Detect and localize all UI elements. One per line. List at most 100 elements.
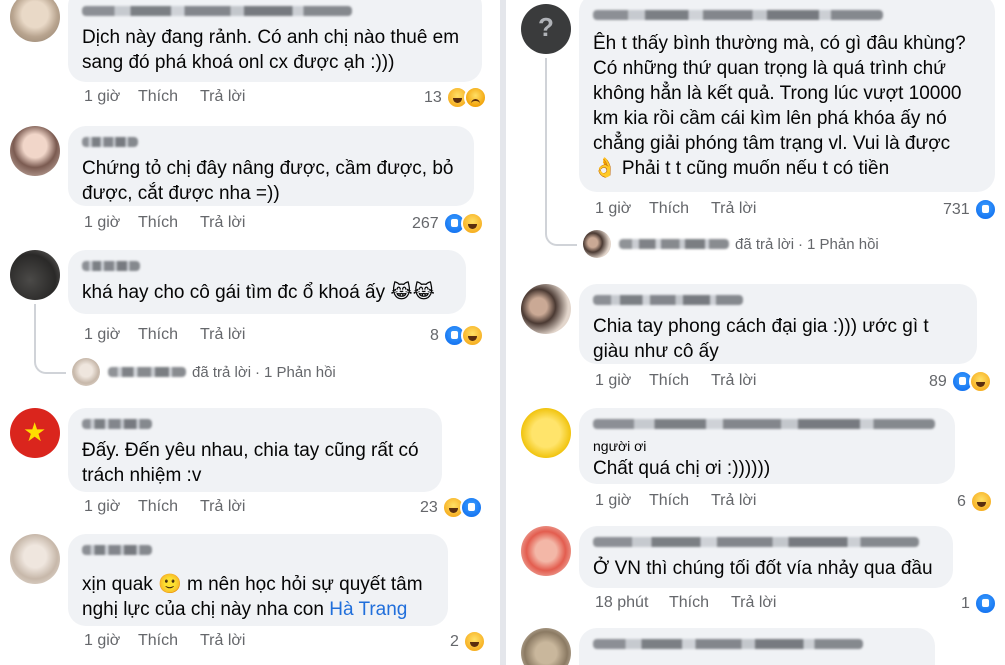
like-button[interactable]: Thích xyxy=(138,632,200,650)
replied-text: đã trả lời xyxy=(735,235,795,253)
comment-text: Chất quá chị ơi :)))))) xyxy=(593,458,771,479)
column-divider xyxy=(500,0,506,665)
haha-reaction-icon xyxy=(460,324,484,347)
comment-time[interactable]: 1 giờ xyxy=(595,492,649,510)
commenter-name-blurred[interactable] xyxy=(593,537,919,547)
reaction-count: 731 xyxy=(943,200,970,218)
commenter-name-blurred[interactable] xyxy=(82,137,138,147)
reaction-summary[interactable]: 8 xyxy=(430,324,484,347)
comment-actions: 1 giờ Thích Trả lời xyxy=(84,214,245,232)
reply-thread-line xyxy=(545,58,577,246)
comment-time[interactable]: 1 giờ xyxy=(84,214,138,232)
reply-button[interactable]: Trả lời xyxy=(711,372,756,390)
question-mark-icon: ? xyxy=(538,12,554,42)
reaction-count: 2 xyxy=(450,632,459,650)
reaction-summary[interactable]: 731 xyxy=(943,198,997,221)
reply-button[interactable]: Trả lời xyxy=(711,492,756,510)
replier-name-blurred[interactable] xyxy=(619,239,729,249)
comment-time[interactable]: 1 giờ xyxy=(84,632,138,650)
reply-button[interactable]: Trả lời xyxy=(731,594,776,612)
tagged-user-link[interactable]: Hà Trang xyxy=(329,599,407,620)
reaction-summary[interactable]: 1 xyxy=(961,592,997,615)
like-button[interactable]: Thích xyxy=(649,492,711,510)
haha-reaction-icon xyxy=(460,212,484,235)
reaction-summary[interactable]: 89 xyxy=(929,370,992,393)
comment-time[interactable]: 1 giờ xyxy=(595,200,649,218)
haha-reaction-icon xyxy=(968,370,992,393)
haha-reaction-icon xyxy=(969,490,993,513)
like-reaction-icon xyxy=(973,592,997,615)
reply-button[interactable]: Trả lời xyxy=(711,200,756,218)
reply-avatar[interactable] xyxy=(583,230,611,258)
reply-button[interactable]: Trả lời xyxy=(200,214,245,232)
reaction-count: 8 xyxy=(430,326,439,344)
reply-button[interactable]: Trả lời xyxy=(200,498,245,516)
comment-bubble xyxy=(579,628,935,665)
like-button[interactable]: Thích xyxy=(138,498,200,516)
comment-time[interactable]: 1 giờ xyxy=(595,372,649,390)
comment-text: Dịch này đang rảnh. Có anh chị nào thuê … xyxy=(82,27,460,73)
comment-time[interactable]: 1 giờ xyxy=(84,326,138,344)
reply-count[interactable]: 1 Phản hồi xyxy=(264,364,336,381)
comment-actions: 1 giờ Thích Trả lời xyxy=(595,492,756,510)
comment-text: Ở VN thì chúng tối đốt vía nhảy qua đầu xyxy=(593,558,933,579)
comment-text: Chia tay phong cách đại gia :))) ước gì … xyxy=(593,316,929,362)
like-reaction-icon xyxy=(459,496,483,519)
like-button[interactable]: Thích xyxy=(649,200,711,218)
commenter-name-blurred[interactable] xyxy=(593,639,863,649)
star-icon: ★ xyxy=(23,417,47,447)
reply-button[interactable]: Trả lời xyxy=(200,632,245,650)
like-button[interactable]: Thích xyxy=(649,372,711,390)
commenter-name-blurred[interactable] xyxy=(593,295,743,305)
comment-text: xịn quak 🙂 m nên học hỏi sự quyết tâm ng… xyxy=(82,572,434,622)
comment-time[interactable]: 1 giờ xyxy=(84,498,138,516)
comment-actions: 1 giờ Thích Trả lời xyxy=(84,498,245,516)
commenter-name-blurred[interactable] xyxy=(82,545,152,555)
reply-summary[interactable]: đã trả lời · 1 Phản hồi xyxy=(583,230,879,258)
reply-button[interactable]: Trả lời xyxy=(200,326,245,344)
avatar[interactable] xyxy=(10,0,60,42)
reaction-summary[interactable]: 23 xyxy=(420,496,483,519)
replier-name-blurred[interactable] xyxy=(108,367,186,377)
reaction-count: 23 xyxy=(420,498,438,516)
reaction-summary[interactable]: 13 xyxy=(424,86,487,109)
comment-actions: 1 giờ Thích Trả lời xyxy=(595,200,756,218)
commenter-name-blurred[interactable] xyxy=(593,419,935,429)
reply-button[interactable]: Trả lời xyxy=(200,88,245,106)
reaction-count: 1 xyxy=(961,594,970,612)
comment-text-part: xịn quak xyxy=(82,574,159,595)
like-button[interactable]: Thích xyxy=(138,326,200,344)
commenter-name-blurred[interactable] xyxy=(82,419,152,429)
like-button[interactable]: Thích xyxy=(138,88,200,106)
comment-bubble: Chia tay phong cách đại gia :))) ước gì … xyxy=(579,284,977,364)
reaction-summary[interactable]: 267 xyxy=(412,212,484,235)
comment-bubble: khá hay cho cô gái tìm đc ổ khoá ấy 😹😹 xyxy=(68,250,466,314)
reaction-count: 13 xyxy=(424,88,442,106)
avatar[interactable] xyxy=(10,534,60,584)
comment-bubble: Êh t thấy bình thường mà, có gì đâu khùn… xyxy=(579,0,995,192)
avatar[interactable] xyxy=(10,126,60,176)
reaction-summary[interactable]: 2 xyxy=(450,630,486,653)
smile-emoji-icon: 🙂 xyxy=(158,574,182,595)
avatar[interactable] xyxy=(10,250,60,300)
reaction-summary[interactable]: 6 xyxy=(957,490,993,513)
like-button[interactable]: Thích xyxy=(669,594,731,612)
avatar[interactable] xyxy=(521,526,571,576)
reply-avatar[interactable] xyxy=(72,358,100,386)
replied-text: đã trả lời xyxy=(192,363,252,381)
avatar[interactable] xyxy=(521,408,571,458)
avatar[interactable]: ★ xyxy=(10,408,60,458)
reaction-count: 89 xyxy=(929,372,947,390)
reply-summary[interactable]: đã trả lời · 1 Phản hồi xyxy=(72,358,336,386)
avatar[interactable]: ? xyxy=(521,4,571,54)
comment-time[interactable]: 18 phút xyxy=(595,594,669,612)
commenter-name-blurred[interactable] xyxy=(593,10,883,20)
commenter-name-blurred[interactable] xyxy=(82,6,352,16)
avatar[interactable] xyxy=(521,284,571,334)
comment-text: Chứng tỏ chị đây nâng được, cầm được, bỏ… xyxy=(82,158,454,204)
like-button[interactable]: Thích xyxy=(138,214,200,232)
commenter-name-blurred[interactable] xyxy=(82,261,140,271)
avatar[interactable] xyxy=(521,628,571,665)
reply-count[interactable]: 1 Phản hồi xyxy=(807,236,879,253)
comment-time[interactable]: 1 giờ xyxy=(84,88,138,106)
